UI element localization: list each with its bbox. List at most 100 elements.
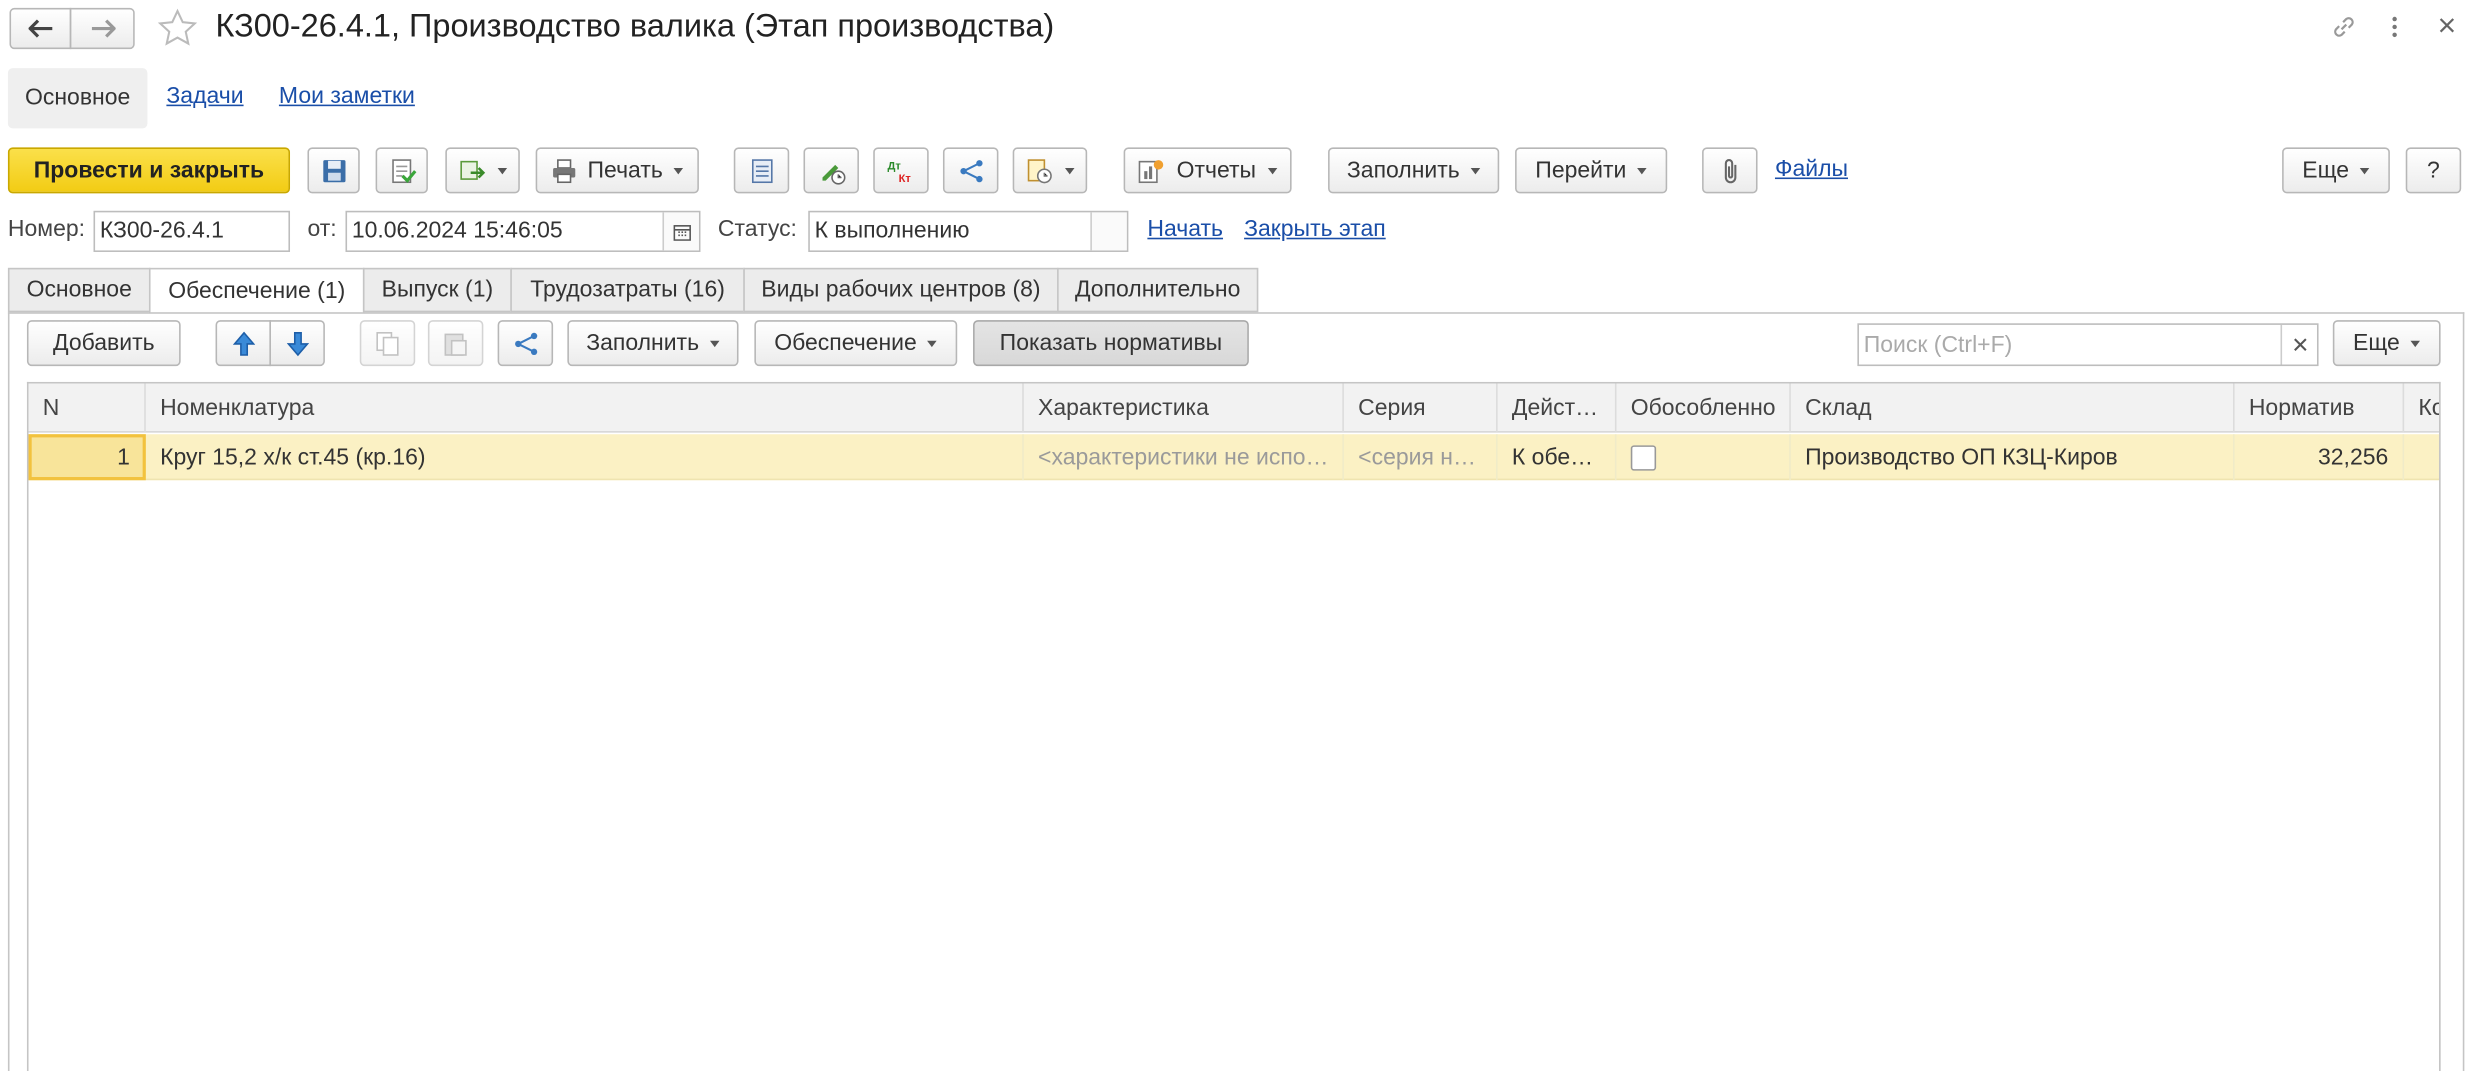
chevron-down-icon — [2410, 339, 2421, 347]
cell-extra[interactable] — [2404, 434, 2439, 480]
svg-text:Кт: Кт — [898, 172, 911, 184]
nav-main[interactable]: Основное — [7, 68, 148, 129]
tab-labor[interactable]: Трудозатраты (16) — [510, 267, 745, 313]
calendar-button[interactable] — [662, 212, 699, 251]
number-field[interactable]: КЗ00-26.4.1 — [93, 210, 291, 252]
link-icon[interactable] — [2328, 11, 2360, 43]
supply-table[interactable] — [26, 381, 2441, 1071]
cell-norm[interactable]: 32,256 — [2235, 434, 2405, 481]
column-label: Ко — [2418, 395, 2439, 421]
close-stage-link[interactable]: Закрыть этап — [1244, 217, 1386, 242]
cell-value: К обе… — [1511, 444, 1594, 470]
vertical-dots-icon[interactable] — [2380, 11, 2409, 43]
post-button[interactable] — [375, 147, 428, 194]
move-down-button[interactable] — [269, 320, 325, 367]
status-label: Статус: — [717, 217, 797, 243]
column-header-extra[interactable]: Ко — [2404, 384, 2439, 433]
tab-output[interactable]: Выпуск (1) — [362, 267, 512, 313]
column-label: Номенклатура — [160, 395, 315, 421]
more-button[interactable]: Еще — [2282, 147, 2390, 194]
cell-series[interactable]: <серия н… — [1344, 434, 1498, 481]
cell-action[interactable]: К обе… — [1498, 434, 1617, 481]
help-button[interactable]: ? — [2405, 147, 2462, 194]
cell-separate[interactable] — [1616, 434, 1791, 481]
star-icon[interactable] — [155, 8, 199, 49]
related-documents-button[interactable] — [942, 147, 999, 194]
tab-additional[interactable]: Дополнительно — [1057, 267, 1259, 313]
print-button[interactable]: Печать — [535, 147, 699, 194]
status-select[interactable]: К выполнению — [808, 210, 1129, 252]
tab-label: Виды рабочих центров (8) — [761, 277, 1041, 303]
date-field[interactable]: 10.06.2024 15:46:05 — [345, 210, 701, 252]
arrow-left-icon — [27, 19, 52, 38]
cell-value: <серия н… — [1358, 444, 1476, 470]
print-label: Печать — [587, 157, 663, 184]
column-header-characteristic[interactable]: Характеристика — [1024, 383, 1344, 433]
tab-supply[interactable]: Обеспечение (1) — [148, 267, 365, 314]
reports-button[interactable]: Отчеты — [1123, 147, 1292, 194]
column-header-separate[interactable]: Обособленно — [1616, 383, 1791, 433]
chevron-down-icon — [927, 339, 938, 347]
chevron-down-icon — [1267, 167, 1277, 174]
column-header-warehouse[interactable]: Склад — [1791, 383, 2235, 433]
close-icon[interactable] — [2434, 13, 2459, 38]
post-and-close-button[interactable]: Провести и закрыть — [7, 147, 291, 194]
table-more-button[interactable]: Еще — [2332, 320, 2441, 367]
chevron-down-icon — [1470, 167, 1481, 174]
page-title: КЗ00-26.4.1, Производство валика (Этап п… — [215, 7, 1055, 45]
supply-label: Обеспечение — [774, 330, 917, 356]
column-header-action[interactable]: Дейст… — [1498, 383, 1617, 433]
tab-label: Выпуск (1) — [381, 277, 494, 303]
files-link[interactable]: Файлы — [1775, 157, 1848, 182]
create-based-on-button[interactable] — [445, 147, 520, 194]
reports-icon — [1139, 159, 1164, 183]
table-fill-label: Заполнить — [586, 330, 700, 356]
copy-button[interactable] — [359, 320, 416, 367]
back-button[interactable] — [9, 7, 72, 50]
supply-button[interactable]: Обеспечение — [754, 320, 958, 367]
tasks-dropdown-button[interactable] — [1012, 147, 1088, 194]
attach-files-button[interactable] — [1702, 147, 1758, 194]
move-up-button[interactable] — [215, 320, 272, 367]
number-label: Номер: — [7, 217, 86, 243]
column-label: N — [42, 395, 60, 421]
column-label: Серия — [1358, 395, 1426, 421]
paste-button[interactable] — [427, 320, 484, 367]
cell-characteristic[interactable]: <характеристики не испо… — [1024, 434, 1344, 481]
date-label: от: — [307, 217, 337, 243]
more-label: Еще — [2302, 157, 2350, 184]
search-input[interactable]: Поиск (Ctrl+F) — [1857, 323, 2319, 367]
chevron-down-icon — [497, 167, 508, 174]
nav-notes[interactable]: Мои заметки — [279, 84, 415, 109]
arrow-up-icon — [232, 330, 255, 355]
cell-value: Круг 15,2 х/к ст.45 (кр.16) — [160, 444, 426, 470]
cell-n[interactable]: 1 — [28, 434, 146, 481]
tab-work-centers[interactable]: Виды рабочих центров (8) — [743, 267, 1059, 313]
column-header-nomenclature[interactable]: Номенклатура — [146, 383, 1024, 433]
separate-checkbox[interactable] — [1630, 444, 1657, 470]
nav-tasks[interactable]: Задачи — [166, 84, 243, 109]
accounting-entries-button[interactable]: Дт Кт — [873, 147, 929, 194]
edit-history-button[interactable] — [803, 147, 859, 194]
column-label: Характеристика — [1038, 395, 1209, 421]
show-norms-button[interactable]: Показать нормативы — [973, 320, 1249, 367]
cell-warehouse[interactable]: Производство ОП КЗЦ-Киров — [1791, 434, 2235, 481]
structure-tree-button[interactable] — [497, 320, 554, 367]
save-button[interactable] — [307, 147, 360, 194]
cell-nomenclature[interactable]: Круг 15,2 х/к ст.45 (кр.16) — [146, 434, 1024, 481]
create-based-on-icon — [460, 160, 486, 180]
column-header-norm[interactable]: Норматив — [2235, 383, 2405, 433]
forward-button[interactable] — [69, 7, 135, 50]
start-link[interactable]: Начать — [1147, 217, 1223, 242]
clear-search-button[interactable] — [2280, 324, 2317, 365]
status-dropdown-button[interactable] — [1090, 212, 1127, 251]
column-header-series[interactable]: Серия — [1344, 383, 1498, 433]
go-button[interactable]: Перейти — [1515, 147, 1668, 194]
structure-button[interactable] — [733, 147, 790, 194]
tab-main[interactable]: Основное — [7, 267, 151, 313]
fill-button[interactable]: Заполнить — [1328, 147, 1500, 194]
add-button[interactable]: Добавить — [26, 320, 181, 367]
column-header-n[interactable]: N — [29, 383, 146, 433]
table-fill-button[interactable]: Заполнить — [567, 320, 739, 367]
fill-label: Заполнить — [1346, 157, 1460, 184]
